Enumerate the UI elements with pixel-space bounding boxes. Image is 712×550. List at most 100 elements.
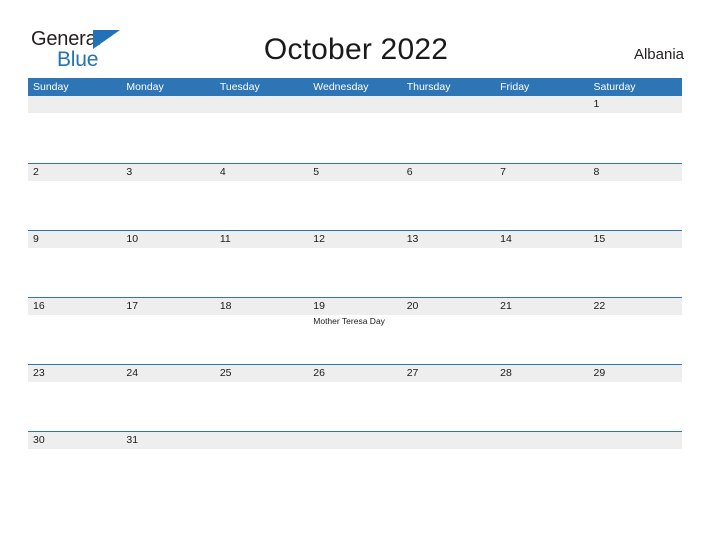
day-cell-empty bbox=[215, 96, 308, 163]
calendar-weeks: 1 2 3 4 5 6 7 8 9 10 11 12 13 14 15 16 17 18 19 Mother Tere… bbox=[28, 96, 682, 498]
day-cell[interactable]: 31 bbox=[121, 432, 214, 498]
day-cell-empty bbox=[589, 432, 682, 498]
day-cell[interactable]: 12 bbox=[308, 231, 401, 297]
day-number: 6 bbox=[406, 166, 413, 178]
day-cell[interactable]: 10 bbox=[121, 231, 214, 297]
day-number: 29 bbox=[593, 367, 606, 379]
day-number: 25 bbox=[219, 367, 232, 379]
day-cell[interactable]: 9 bbox=[28, 231, 121, 297]
day-cell[interactable]: 26 bbox=[308, 365, 401, 431]
day-cell-empty bbox=[402, 96, 495, 163]
weekday-header-friday: Friday bbox=[500, 81, 530, 93]
day-cell-empty bbox=[215, 432, 308, 498]
day-number: 18 bbox=[219, 300, 232, 312]
weekday-header-tuesday: Tuesday bbox=[219, 81, 260, 93]
calendar-week-row: 9 10 11 12 13 14 15 bbox=[28, 230, 682, 297]
week-cells: 23 24 25 26 27 28 29 bbox=[28, 365, 682, 431]
day-cell-empty bbox=[121, 96, 214, 163]
calendar-week-row: 23 24 25 26 27 28 29 bbox=[28, 364, 682, 431]
week-cells: 9 10 11 12 13 14 15 bbox=[28, 231, 682, 297]
day-cell[interactable]: 3 bbox=[121, 164, 214, 230]
day-number: 10 bbox=[126, 233, 139, 245]
week-cells: 30 31 bbox=[28, 432, 682, 498]
day-number: 9 bbox=[33, 233, 39, 245]
day-number: 8 bbox=[593, 166, 600, 178]
day-number: 30 bbox=[33, 434, 45, 446]
day-number: 20 bbox=[406, 300, 419, 312]
day-number: 2 bbox=[33, 166, 39, 178]
calendar-grid: Sunday Monday Tuesday Wednesday Thursday… bbox=[28, 78, 682, 498]
day-number: 4 bbox=[219, 166, 226, 178]
calendar-week-row: 16 17 18 19 Mother Teresa Day 20 21 22 bbox=[28, 297, 682, 364]
day-cell[interactable]: 27 bbox=[402, 365, 495, 431]
day-cell[interactable]: 6 bbox=[402, 164, 495, 230]
day-cell-empty bbox=[308, 96, 401, 163]
day-number: 16 bbox=[33, 300, 45, 312]
day-cell[interactable]: 23 bbox=[28, 365, 121, 431]
day-cell[interactable]: 2 bbox=[28, 164, 121, 230]
day-events: Mother Teresa Day bbox=[313, 315, 401, 327]
calendar-page: General Blue October 2022 Albania Sunday… bbox=[0, 0, 712, 550]
day-number: 11 bbox=[219, 233, 231, 245]
week-cells: 16 17 18 19 Mother Teresa Day 20 21 22 bbox=[28, 298, 682, 364]
day-cell[interactable]: 29 bbox=[589, 365, 682, 431]
week-cells: 2 3 4 5 6 7 8 bbox=[28, 164, 682, 230]
day-number: 19 bbox=[313, 300, 325, 312]
day-cell[interactable]: 17 bbox=[121, 298, 214, 364]
day-number: 31 bbox=[126, 434, 139, 446]
weekday-header-saturday: Saturday bbox=[593, 81, 636, 93]
day-cell-empty bbox=[402, 432, 495, 498]
day-number: 23 bbox=[33, 367, 45, 379]
day-number: 3 bbox=[126, 166, 133, 178]
day-number: 27 bbox=[406, 367, 419, 379]
day-cell[interactable]: 19 Mother Teresa Day bbox=[308, 298, 401, 364]
day-cell[interactable]: 22 bbox=[589, 298, 682, 364]
day-number: 21 bbox=[500, 300, 512, 312]
calendar-week-row: 1 bbox=[28, 96, 682, 163]
weekday-header-wednesday: Wednesday bbox=[313, 81, 369, 93]
day-number: 26 bbox=[313, 367, 325, 379]
day-cell[interactable]: 14 bbox=[495, 231, 588, 297]
weekday-header-sunday: Sunday bbox=[33, 81, 69, 93]
day-number: 22 bbox=[593, 300, 606, 312]
day-number: 12 bbox=[313, 233, 325, 245]
holiday-label: Mother Teresa Day bbox=[313, 316, 385, 326]
page-header: General Blue October 2022 Albania bbox=[0, 0, 712, 78]
day-number: 24 bbox=[126, 367, 139, 379]
day-cell-empty bbox=[28, 96, 121, 163]
day-cell[interactable]: 5 bbox=[308, 164, 401, 230]
day-cell[interactable]: 8 bbox=[589, 164, 682, 230]
day-cell-empty bbox=[308, 432, 401, 498]
weekday-header-row: Sunday Monday Tuesday Wednesday Thursday… bbox=[28, 78, 682, 96]
day-cell[interactable]: 24 bbox=[121, 365, 214, 431]
day-number: 7 bbox=[500, 166, 506, 178]
day-cell[interactable]: 15 bbox=[589, 231, 682, 297]
day-cell[interactable]: 28 bbox=[495, 365, 588, 431]
day-cell[interactable]: 25 bbox=[215, 365, 308, 431]
day-number: 15 bbox=[593, 233, 606, 245]
weekday-header-thursday: Thursday bbox=[406, 81, 451, 93]
country-label: Albania bbox=[633, 46, 684, 63]
day-number: 5 bbox=[313, 166, 320, 178]
day-cell[interactable]: 4 bbox=[215, 164, 308, 230]
day-cell[interactable]: 13 bbox=[402, 231, 495, 297]
day-cell[interactable]: 16 bbox=[28, 298, 121, 364]
calendar-week-row: 30 31 bbox=[28, 431, 682, 498]
day-cell[interactable]: 1 bbox=[589, 96, 682, 163]
week-cells: 1 bbox=[28, 96, 682, 163]
day-number: 1 bbox=[593, 98, 600, 110]
day-cell[interactable]: 18 bbox=[215, 298, 308, 364]
day-number: 17 bbox=[126, 300, 139, 312]
calendar-week-row: 2 3 4 5 6 7 8 bbox=[28, 163, 682, 230]
day-cell[interactable]: 21 bbox=[495, 298, 588, 364]
page-title: October 2022 bbox=[263, 33, 449, 66]
day-cell[interactable]: 30 bbox=[28, 432, 121, 498]
day-cell[interactable]: 20 bbox=[402, 298, 495, 364]
weekday-header-monday: Monday bbox=[126, 81, 164, 93]
day-number: 28 bbox=[500, 367, 512, 379]
day-number: 14 bbox=[500, 233, 512, 245]
day-cell[interactable]: 11 bbox=[215, 231, 308, 297]
day-cell[interactable]: 7 bbox=[495, 164, 588, 230]
day-number: 13 bbox=[406, 233, 419, 245]
day-cell-empty bbox=[495, 432, 588, 498]
